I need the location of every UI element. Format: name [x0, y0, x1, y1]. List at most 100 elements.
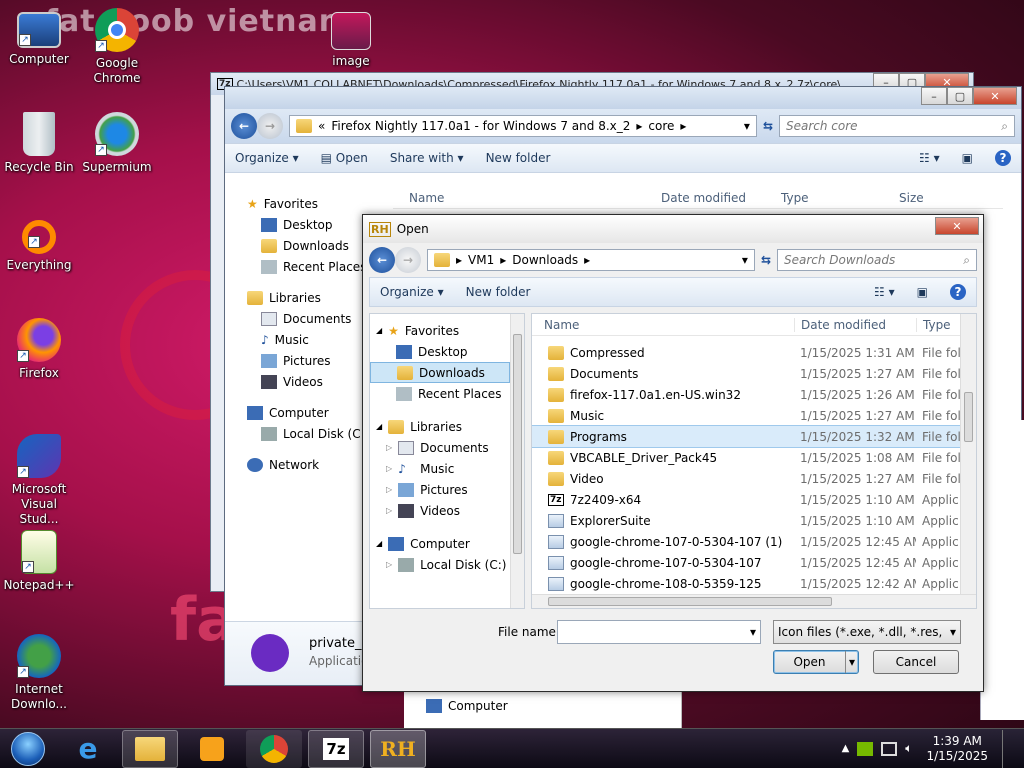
taskbar-resource-hacker[interactable]: RH — [370, 729, 426, 768]
nav-desktop[interactable]: Desktop — [376, 341, 512, 362]
nvidia-icon[interactable] — [857, 741, 874, 756]
file-name: Compressed — [570, 345, 645, 360]
open-button[interactable]: Open ▾ — [773, 650, 859, 674]
close-button[interactable]: ✕ — [973, 87, 1017, 105]
cancel-button[interactable]: Cancel — [873, 650, 959, 674]
open-dialog[interactable]: RH Open ✕ ← → ▸ VM1 ▸ Downloads ▸ ▾ ⇆ Se… — [362, 214, 984, 692]
file-row[interactable]: ExplorerSuite 1/15/2025 1:10 AM Applic — [532, 510, 976, 531]
computer-icon — [426, 699, 442, 713]
help-icon[interactable]: ? — [995, 150, 1011, 166]
tray-clock[interactable]: 1:39 AM 1/15/2025 — [926, 734, 988, 764]
file-type-filter-select[interactable]: Icon files (*.exe, *.dll, *.res, *.ico ▾ — [773, 620, 961, 644]
desktop-icon-firefox[interactable]: ↗ Firefox — [0, 318, 78, 381]
breadcrumb-segment[interactable]: VM1 — [468, 253, 494, 267]
explorer-column-headers: Name Date modified Type Size — [393, 187, 1003, 209]
network-icon[interactable] — [881, 741, 898, 756]
dialog-new-folder-button[interactable]: New folder — [466, 285, 531, 299]
new-folder-button[interactable]: New folder — [486, 151, 551, 165]
dialog-back-button[interactable]: ← — [369, 247, 395, 273]
file-row[interactable]: Documents 1/15/2025 1:27 AM File fol — [532, 363, 976, 384]
preview-pane-icon[interactable]: ▣ — [962, 151, 973, 165]
file-row[interactable]: Compressed 1/15/2025 1:31 AM File fol — [532, 342, 976, 363]
breadcrumb-segment[interactable]: Firefox Nightly 117.0a1 - for Windows 7 … — [331, 119, 630, 133]
taskbar-7zip[interactable]: 7z — [308, 729, 364, 768]
show-hidden-icons-icon[interactable]: ▲ — [842, 743, 850, 754]
file-date: 1/15/2025 1:31 AM — [800, 345, 915, 360]
column-size[interactable]: Size — [893, 191, 953, 205]
explorer-search-input[interactable]: Search core ⌕ — [779, 115, 1015, 137]
taskbar-file-explorer[interactable] — [122, 729, 178, 768]
preview-pane-icon[interactable]: ▣ — [917, 285, 928, 299]
file-row[interactable]: Programs 1/15/2025 1:32 AM File fol — [532, 425, 976, 448]
maximize-button[interactable]: ▢ — [947, 87, 973, 105]
desktop-icon-internet-download-manager[interactable]: ↗ Internet Downlo... — [0, 634, 78, 712]
help-icon[interactable]: ? — [950, 284, 966, 300]
file-row[interactable]: google-chrome-107-0-5304-107 (1) 1/15/202… — [532, 531, 976, 552]
file-list-vertical-scrollbar[interactable] — [960, 314, 976, 594]
file-row[interactable]: firefox-117.0a1.en-US.win32 1/15/2025 1:2… — [532, 384, 976, 405]
desktop-icon-everything[interactable]: ↗ Everything — [0, 216, 78, 273]
file-row[interactable]: google-chrome-107-0-5304-107 1/15/2025 12… — [532, 552, 976, 573]
desktop-icon-google-chrome[interactable]: ↗ Google Chrome — [78, 8, 156, 86]
breadcrumb-segment[interactable]: core — [648, 119, 674, 133]
refresh-icon[interactable]: ⇆ — [763, 119, 773, 133]
column-type[interactable]: Type — [916, 317, 964, 332]
file-row[interactable]: 7z 7z2409-x64 1/15/2025 1:10 AM Applic — [532, 489, 976, 510]
nav-libraries[interactable]: ◢ Libraries — [376, 416, 512, 437]
file-list-horizontal-scrollbar[interactable] — [532, 594, 976, 608]
desktop-icon-visual-studio[interactable]: ↗ Microsoft Visual Stud... — [0, 434, 78, 527]
nav-documents[interactable]: ▷ Documents — [376, 437, 512, 458]
minimize-button[interactable]: – — [921, 87, 947, 105]
desktop-icon-supermium[interactable]: ↗ Supermium — [78, 112, 156, 175]
nav-recent-places[interactable]: Recent Places — [376, 383, 512, 404]
file-row[interactable]: google-chrome-108-0-5359-125 1/15/2025 12… — [532, 573, 976, 594]
desktop-icon-image[interactable]: image — [312, 12, 390, 69]
dialog-search-input[interactable]: Search Downloads ⌕ — [777, 249, 977, 271]
nav-local-disk[interactable]: ▷ Local Disk (C:) — [376, 554, 512, 575]
explorer-address-bar[interactable]: « Firefox Nightly 117.0a1 - for Windows … — [289, 115, 757, 137]
back-button[interactable]: ← — [231, 113, 257, 139]
taskbar-internet-explorer[interactable]: e — [60, 730, 116, 768]
file-name-input[interactable]: ▾ — [557, 620, 761, 644]
dialog-organize-button[interactable]: Organize ▾ — [380, 285, 444, 299]
taskbar-media-player[interactable] — [184, 730, 240, 768]
view-options-icon[interactable]: ☷ ▾ — [919, 151, 940, 165]
file-row[interactable]: Music 1/15/2025 1:27 AM File fol — [532, 405, 976, 426]
column-name[interactable]: Name — [532, 318, 794, 332]
address-dropdown-icon[interactable]: ▾ — [742, 253, 748, 267]
nav-videos[interactable]: ▷ Videos — [376, 500, 512, 521]
taskbar-chrome[interactable] — [246, 729, 302, 768]
dialog-close-button[interactable]: ✕ — [935, 217, 979, 235]
breadcrumb-overflow[interactable]: « — [318, 119, 325, 133]
desktop-icon-recycle-bin[interactable]: Recycle Bin — [0, 112, 78, 175]
nav-music[interactable]: ▷ ♪ Music — [376, 458, 512, 479]
nav-pane-scrollbar[interactable] — [510, 314, 524, 608]
address-dropdown-icon[interactable]: ▾ — [744, 119, 750, 133]
nav-downloads-selected[interactable]: Downloads — [370, 362, 510, 383]
nav-favorites[interactable]: ★ Favorites — [247, 193, 387, 214]
start-button[interactable] — [6, 729, 50, 768]
show-desktop-button[interactable] — [1002, 729, 1014, 768]
refresh-icon[interactable]: ⇆ — [761, 253, 771, 267]
desktop-icon-notepad-plus-plus[interactable]: ↗ Notepad++ — [0, 530, 78, 593]
nav-computer[interactable]: ◢ Computer — [376, 533, 512, 554]
file-row[interactable]: Video 1/15/2025 1:27 AM File fol — [532, 468, 976, 489]
organize-button[interactable]: Organize ▾ — [235, 151, 299, 165]
column-type[interactable]: Type — [775, 191, 893, 205]
desktop-icon-computer[interactable]: ↗ Computer — [0, 8, 78, 67]
file-row[interactable]: VBCABLE_Driver_Pack45 1/15/2025 1:08 AM Fi… — [532, 447, 976, 468]
nav-favorites[interactable]: ◢ ★ Favorites — [376, 320, 512, 341]
column-name[interactable]: Name — [393, 191, 655, 205]
column-date-modified[interactable]: Date modified — [655, 191, 775, 205]
volume-icon[interactable]: 🔈︎ — [905, 741, 912, 756]
view-options-icon[interactable]: ☷ ▾ — [874, 285, 895, 299]
nav-pictures[interactable]: ▷ Pictures — [376, 479, 512, 500]
breadcrumb-segment[interactable]: Downloads — [512, 253, 578, 267]
dialog-forward-button[interactable]: → — [395, 247, 421, 273]
dialog-address-bar[interactable]: ▸ VM1 ▸ Downloads ▸ ▾ — [427, 249, 755, 271]
column-date-modified[interactable]: Date modified — [794, 317, 916, 332]
share-with-button[interactable]: Share with ▾ — [390, 151, 464, 165]
open-split-dropdown-icon[interactable]: ▾ — [844, 651, 858, 673]
forward-button[interactable]: → — [257, 113, 283, 139]
open-button[interactable]: ▤ Open — [321, 151, 368, 165]
